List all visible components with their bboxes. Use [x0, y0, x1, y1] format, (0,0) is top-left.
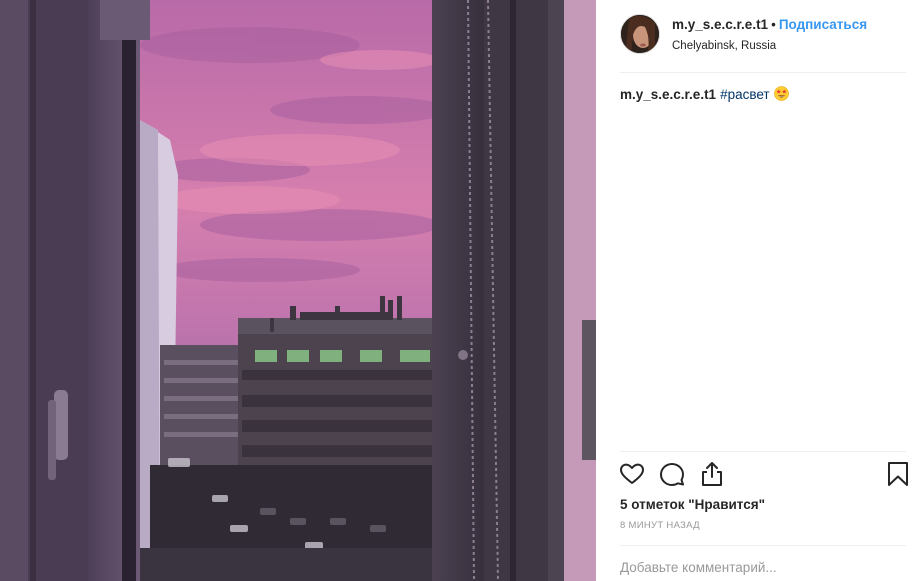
likes-count[interactable]: 5 отметок "Нравится"	[620, 496, 765, 514]
like-button[interactable]	[618, 460, 646, 488]
post-side-panel: m.y_s.e.c.r.e.t1 • Подписаться Chelyabinsk…	[596, 0, 916, 581]
heart-icon	[620, 463, 644, 484]
post-timestamp[interactable]: 8 МИНУТ НАЗАД	[620, 520, 700, 532]
separator-dot: •	[771, 17, 776, 32]
bookmark-icon	[888, 462, 908, 486]
comment-icon	[660, 463, 684, 486]
post-username[interactable]: m.y_s.e.c.r.e.t1	[672, 17, 768, 32]
post-location[interactable]: Chelyabinsk, Russia	[672, 38, 867, 54]
star-struck-emoji-icon	[773, 86, 789, 101]
share-button[interactable]	[698, 460, 726, 488]
caption-hashtag[interactable]: #расвет	[720, 87, 770, 102]
caption-username[interactable]: m.y_s.e.c.r.e.t1	[620, 87, 716, 102]
save-button[interactable]	[884, 460, 912, 488]
post-actions	[620, 460, 910, 490]
avatar-image	[621, 15, 659, 53]
header-text: m.y_s.e.c.r.e.t1 • Подписаться Chelyabinsk…	[672, 16, 867, 54]
post-header: m.y_s.e.c.r.e.t1 • Подписаться Chelyabinsk…	[620, 14, 906, 70]
share-icon	[702, 462, 722, 486]
header-line: m.y_s.e.c.r.e.t1 • Подписаться	[672, 16, 867, 34]
comment-button[interactable]	[658, 460, 686, 488]
comment-input[interactable]	[620, 556, 906, 578]
post-photo[interactable]	[0, 0, 596, 581]
comment-divider	[620, 545, 906, 546]
follow-button[interactable]: Подписаться	[779, 17, 867, 32]
sunset-window-photo	[0, 0, 596, 581]
post-caption: m.y_s.e.c.r.e.t1 #расвет	[620, 86, 789, 104]
header-divider	[620, 72, 906, 73]
actions-divider	[620, 451, 906, 452]
avatar[interactable]	[620, 14, 660, 54]
